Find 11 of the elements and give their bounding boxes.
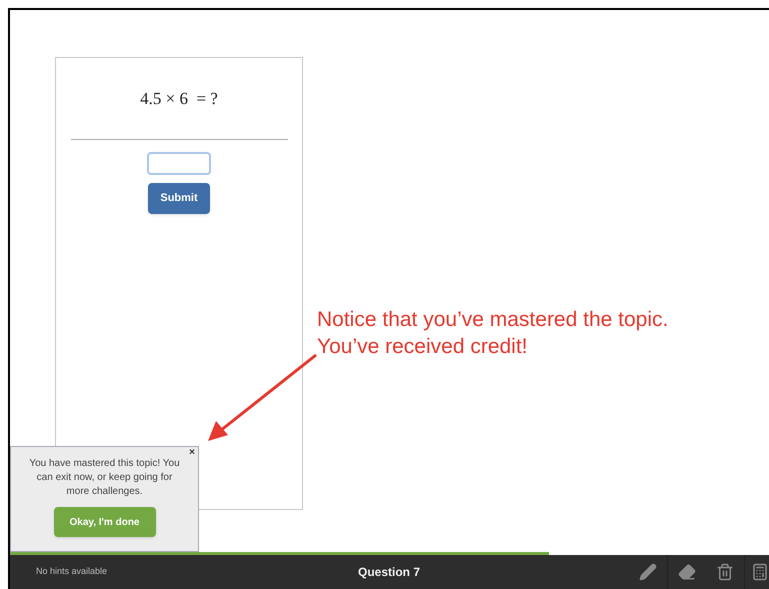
submit-button[interactable]: Submit [148, 182, 210, 214]
mastery-message: You have mastered this topic! You can exit now, or keep going for more challenges. [28, 457, 181, 499]
answer-field[interactable] [147, 152, 211, 174]
annotation-text: You’ve received credit! [317, 334, 529, 360]
question-title: Question 7 [358, 564, 420, 581]
arrow-icon [206, 353, 318, 443]
hints-text: No hints available [36, 565, 108, 578]
annotation-text: Notice that you’ve mastered the topic. [317, 307, 668, 333]
math-expression: 4.5 × 6 = ? [140, 88, 218, 110]
close-button[interactable]: × [189, 447, 195, 459]
done-button[interactable]: Okay, I'm done [54, 507, 156, 537]
